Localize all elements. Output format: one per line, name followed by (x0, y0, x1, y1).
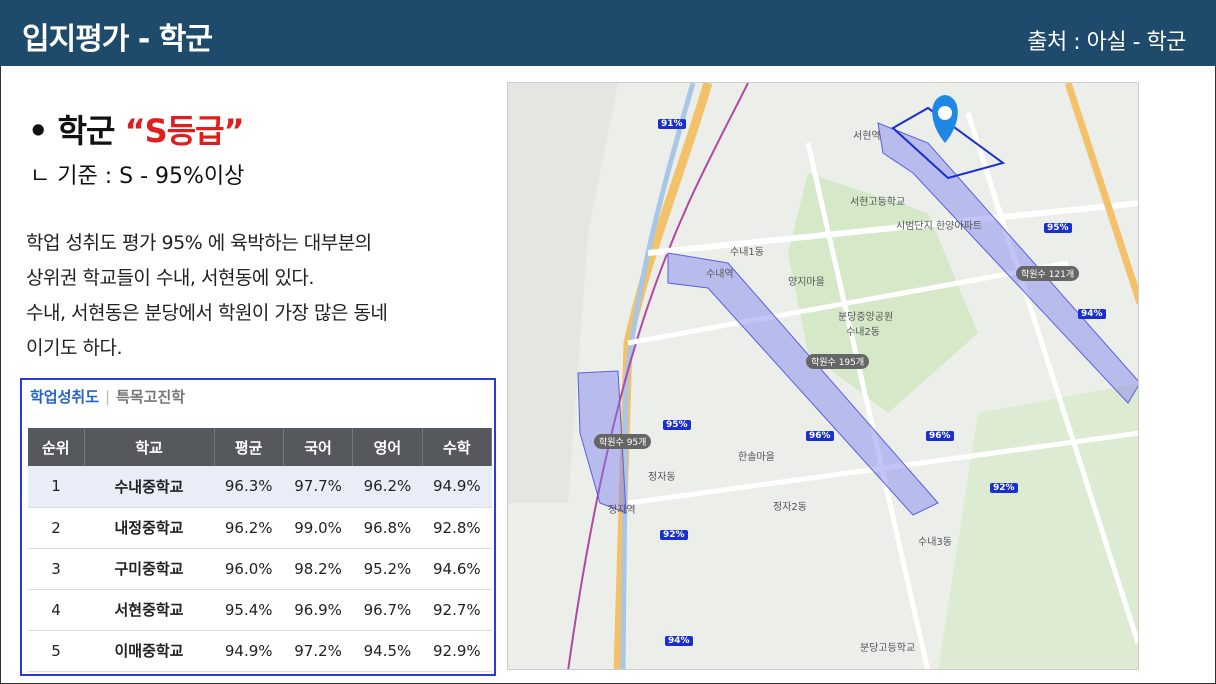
school-cell: 내정중학교 (84, 507, 214, 549)
english-cell: 94.5% (352, 630, 423, 672)
average-cell: 95.4% (214, 589, 284, 631)
headline-grade: “S등급” (124, 112, 245, 150)
average-cell: 96.3% (214, 466, 284, 508)
english-cell: 96.7% (352, 589, 423, 631)
school-district-map[interactable]: 서현역 수내역 정자역 수내1동 수내2동 수내3동 정자2동 정자동 분당중앙… (507, 82, 1139, 670)
column-header: 국어 (283, 428, 354, 466)
school-score-badge[interactable]: 95% (1044, 223, 1072, 233)
korean-cell: 98.2% (283, 548, 353, 590)
school-score-badge[interactable]: 94% (665, 636, 693, 646)
school-score-badge[interactable]: 91% (658, 119, 686, 129)
table-row[interactable]: 3 구미중학교 96.0% 98.2% 95.2% 94.6% (28, 548, 492, 590)
map-label-district: 정자2동 (773, 502, 807, 513)
criteria-text: ㄴ 기준 : S - 95%이상 (30, 164, 245, 189)
map-label-district: 정자동 (648, 472, 676, 483)
map-label-station: 정자역 (608, 505, 636, 516)
map-label-village: 한솔마을 (738, 452, 775, 463)
tab-separator: | (105, 388, 111, 406)
korean-cell: 97.7% (283, 466, 353, 508)
map-label-station: 서현역 (853, 131, 881, 142)
school-cell: 서현중학교 (84, 589, 214, 631)
headline-bullet: • (28, 112, 58, 150)
headline: • 학군 “S등급” (28, 106, 245, 152)
academy-count-badge: 학원수 95개 (594, 434, 652, 449)
table-row[interactable]: 4 서현중학교 95.4% 96.9% 96.7% 92.7% (28, 589, 492, 631)
academy-count-badge: 학원수 121개 (1016, 266, 1080, 281)
math-cell: 94.9% (422, 466, 492, 508)
school-score-badge[interactable]: 94% (1078, 309, 1106, 319)
location-pin-dot (938, 106, 952, 120)
description-line: 학업 성취도 평가 95% 에 육박하는 대부분의 (26, 232, 372, 254)
school-score-badge[interactable]: 92% (990, 483, 1018, 493)
table-row[interactable]: 2 내정중학교 96.2% 99.0% 96.8% 92.8% (28, 507, 492, 549)
school-score-badge[interactable]: 95% (663, 420, 691, 430)
column-header: 학교 (84, 428, 215, 466)
description-line: 상위권 학교들이 수내, 서현동에 있다. (26, 267, 314, 289)
slide-header: 입지평가 - 학군 출처 : 아실 - 학군 (0, 0, 1216, 66)
map-label-apartment: 시범단지 한양아파트 (896, 221, 982, 232)
map-label-district: 수내2동 (846, 327, 880, 338)
english-cell: 96.2% (352, 466, 423, 508)
ranking-table: 순위 학교 평균 국어 영어 수학 1 수내중학교 96.3% 97.7% 96… (28, 428, 493, 672)
map-label-school: 분당고등학교 (860, 643, 916, 654)
map-label-district: 수내3동 (918, 537, 952, 548)
rank-cell: 3 (28, 548, 84, 590)
headline-prefix: 학군 (57, 112, 125, 150)
math-cell: 92.7% (422, 589, 492, 631)
school-score-badge[interactable]: 96% (926, 431, 954, 441)
korean-cell: 99.0% (283, 507, 353, 549)
korean-cell: 97.2% (283, 630, 353, 672)
column-header: 평균 (214, 428, 284, 466)
table-header-row: 순위 학교 평균 국어 영어 수학 (28, 428, 493, 466)
english-cell: 96.8% (352, 507, 423, 549)
slide-title: 입지평가 - 학군 (22, 22, 213, 57)
table-row[interactable]: 5 이매중학교 94.9% 97.2% 94.5% 92.9% (28, 630, 492, 672)
rank-cell: 1 (28, 466, 84, 508)
school-score-badge[interactable]: 92% (660, 530, 688, 540)
math-cell: 94.6% (422, 548, 492, 590)
rank-cell: 2 (28, 507, 84, 549)
school-score-badge[interactable]: 96% (806, 431, 834, 441)
english-cell: 95.2% (352, 548, 423, 590)
map-label-school: 서현고등학교 (850, 197, 906, 208)
column-header: 수학 (422, 428, 493, 466)
rank-cell: 4 (28, 589, 84, 631)
description-line: 수내, 서현동은 분당에서 학원이 가장 많은 동네 (26, 302, 388, 324)
map-label-district: 수내1동 (730, 247, 764, 258)
map-label-park: 분당중앙공원 (838, 312, 894, 323)
description: 학업 성취도 평가 95% 에 육박하는 대부분의 상위권 학교들이 수내, 서… (26, 226, 496, 366)
academy-count-badge: 학원수 195개 (806, 354, 870, 369)
achievement-panel: 학업성취도 | 특목고진학 순위 학교 평균 국어 영어 수학 1 수내중학교 96… (20, 378, 496, 676)
map-label-station: 수내역 (706, 269, 734, 280)
korean-cell: 96.9% (283, 589, 353, 631)
description-line: 이기도 하다. (26, 337, 122, 359)
tab-achievement[interactable]: 학업성취도 (30, 388, 99, 406)
table-row[interactable]: 1 수내중학교 96.3% 97.7% 96.2% 94.9% (28, 466, 492, 508)
school-cell: 수내중학교 (84, 466, 214, 508)
math-cell: 92.8% (422, 507, 492, 549)
average-cell: 94.9% (214, 630, 284, 672)
map-label-village: 양지마을 (788, 277, 825, 288)
average-cell: 96.2% (214, 507, 284, 549)
average-cell: 96.0% (214, 548, 284, 590)
math-cell: 92.9% (422, 630, 492, 672)
source-text: 출처 : 아실 - 학군 (1027, 30, 1186, 55)
school-cell: 구미중학교 (84, 548, 214, 590)
tab-special-high[interactable]: 특목고진학 (116, 388, 185, 406)
panel-tabs: 학업성취도 | 특목고진학 (30, 386, 185, 407)
column-header: 순위 (28, 428, 85, 466)
school-cell: 이매중학교 (84, 630, 214, 672)
column-header: 영어 (352, 428, 423, 466)
map-canvas (508, 83, 1138, 669)
rank-cell: 5 (28, 630, 84, 672)
